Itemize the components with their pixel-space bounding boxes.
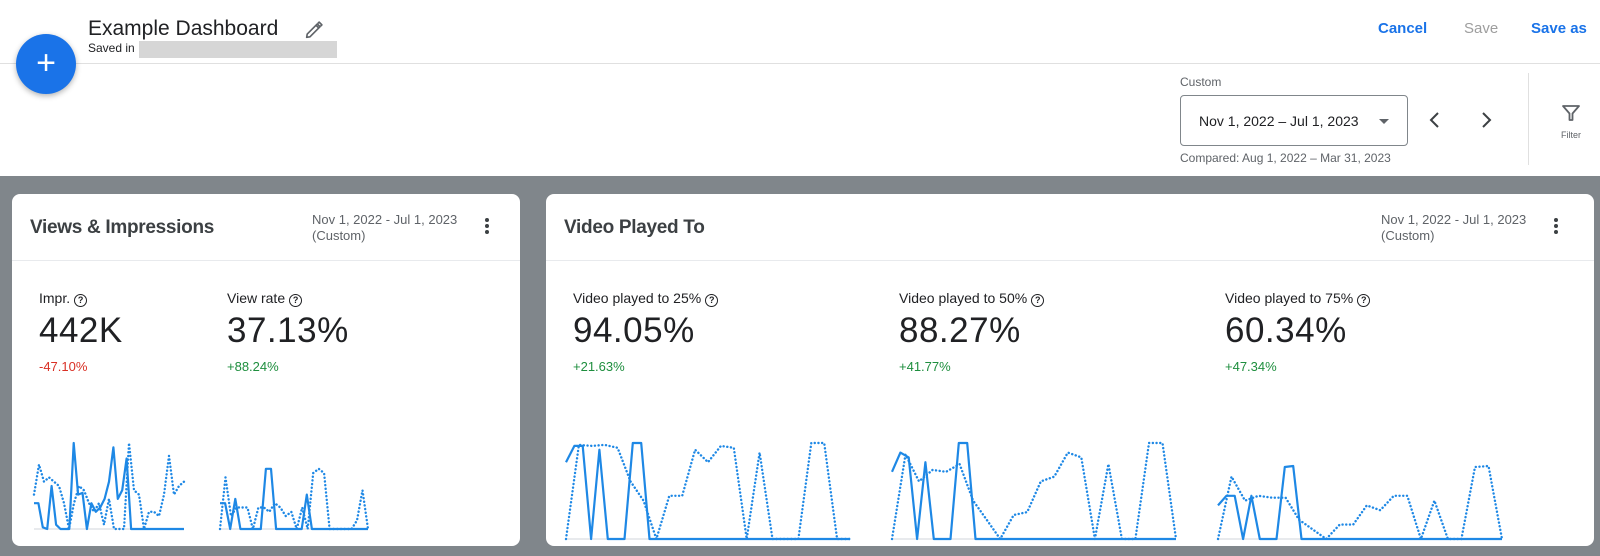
cancel-button[interactable]: Cancel xyxy=(1378,20,1427,37)
metric-impressions: Impr.? 442K -47.10% xyxy=(39,290,123,374)
next-period-button[interactable] xyxy=(1471,105,1501,135)
metric-label: Video played to 50% xyxy=(899,290,1028,306)
sparkline-current-series xyxy=(1217,464,1502,541)
metric-played-50: Video played to 50%? 88.27% +41.77% xyxy=(899,290,1045,374)
metric-delta: +21.63% xyxy=(573,359,625,374)
saved-in-label: Saved in xyxy=(88,41,135,55)
metric-delta: +88.24% xyxy=(227,359,279,374)
card-date-line: Nov 1, 2022 - Jul 1, 2023 xyxy=(1381,212,1527,227)
card-header: Video Played To Nov 1, 2022 - Jul 1, 202… xyxy=(546,194,1594,261)
sparkline-svg xyxy=(890,441,1178,541)
caret-down-icon xyxy=(1379,119,1389,124)
saved-location-redacted xyxy=(139,41,337,58)
sparkline-comparison-series xyxy=(218,467,370,531)
card-title: Views & Impressions xyxy=(30,217,215,238)
metric-value: 94.05% xyxy=(573,311,695,350)
metric-value: 88.27% xyxy=(899,311,1021,350)
dashboard-title: Example Dashboard xyxy=(88,17,279,40)
help-icon[interactable]: ? xyxy=(705,294,719,307)
card-date-range: Nov 1, 2022 - Jul 1, 2023 (Custom) xyxy=(1381,212,1526,244)
sparkline-played-25 xyxy=(564,439,852,541)
date-range-value: Nov 1, 2022 – Jul 1, 2023 xyxy=(1199,113,1359,129)
date-range-select[interactable]: Nov 1, 2022 – Jul 1, 2023 xyxy=(1180,95,1408,146)
plus-icon: + xyxy=(36,44,56,82)
help-icon[interactable]: ? xyxy=(74,294,88,307)
divider xyxy=(1528,73,1529,165)
sparkline-svg xyxy=(218,467,370,531)
sparkline-current-series xyxy=(565,441,850,541)
help-icon[interactable]: ? xyxy=(289,294,303,307)
metric-played-25: Video played to 25%? 94.05% +21.63% xyxy=(573,290,719,374)
sparkline-played-75 xyxy=(1216,439,1504,541)
metric-view-rate: View rate? 37.13% +88.24% xyxy=(227,290,349,374)
sparkline-svg xyxy=(32,441,186,531)
sparkline-impressions xyxy=(32,439,186,531)
save-as-button[interactable]: Save as xyxy=(1531,20,1587,37)
save-button[interactable]: Save xyxy=(1464,20,1498,37)
card-date-line: Nov 1, 2022 - Jul 1, 2023 xyxy=(312,212,458,227)
card-header: Views & Impressions Nov 1, 2022 - Jul 1,… xyxy=(12,194,520,261)
chevron-left-icon xyxy=(1429,112,1439,128)
help-icon[interactable]: ? xyxy=(1031,294,1045,307)
metric-played-75: Video played to 75%? 60.34% +47.34% xyxy=(1225,290,1371,374)
compared-range: Compared: Aug 1, 2022 – Mar 31, 2023 xyxy=(1180,151,1391,165)
metric-delta: -47.10% xyxy=(39,359,88,374)
previous-period-button[interactable] xyxy=(1420,105,1450,135)
pencil-icon xyxy=(305,21,323,39)
card-menu-button[interactable] xyxy=(481,216,493,238)
chevron-right-icon xyxy=(1482,112,1492,128)
help-icon[interactable]: ? xyxy=(1357,294,1371,307)
sparkline-svg xyxy=(1216,464,1504,541)
date-range-label: Custom xyxy=(1180,75,1222,89)
metric-delta: +41.77% xyxy=(899,359,951,374)
add-widget-button[interactable]: + xyxy=(16,34,76,94)
filter-label: Filter xyxy=(1561,130,1581,140)
sparkline-svg xyxy=(564,441,852,541)
card-date-type: (Custom) xyxy=(1381,228,1435,243)
sparkline-comparison-series xyxy=(890,441,1178,541)
dashboard-canvas: Views & Impressions Nov 1, 2022 - Jul 1,… xyxy=(0,176,1600,556)
date-controls: Custom Nov 1, 2022 – Jul 1, 2023 Compare… xyxy=(0,65,1600,176)
edit-title-button[interactable] xyxy=(303,19,325,41)
metric-delta: +47.34% xyxy=(1225,359,1277,374)
card-title: Video Played To xyxy=(564,217,705,238)
metric-label: Video played to 25% xyxy=(573,290,702,306)
card-menu-button[interactable] xyxy=(1550,216,1562,238)
sparkline-current-series xyxy=(890,441,1176,541)
filter-icon xyxy=(1562,105,1580,121)
card-date-range: Nov 1, 2022 - Jul 1, 2023 (Custom) xyxy=(312,212,457,244)
sparkline-view-rate xyxy=(218,439,370,531)
video-played-card: Video Played To Nov 1, 2022 - Jul 1, 202… xyxy=(546,194,1594,546)
views-impressions-card: Views & Impressions Nov 1, 2022 - Jul 1,… xyxy=(12,194,520,546)
top-bar: Example Dashboard Saved in Cancel Save S… xyxy=(0,0,1600,64)
sparkline-played-50 xyxy=(890,439,1178,541)
metric-label: Video played to 75% xyxy=(1225,290,1354,306)
metric-value: 37.13% xyxy=(227,311,349,350)
sparkline-current-series xyxy=(34,441,184,531)
sparkline-comparison-series xyxy=(564,441,852,541)
metric-value: 60.34% xyxy=(1225,311,1347,350)
metric-label: Impr. xyxy=(39,290,71,306)
filter-button[interactable]: Filter xyxy=(1553,103,1589,143)
metric-label: View rate xyxy=(227,290,286,306)
sparkline-comparison-series xyxy=(1216,464,1504,541)
card-date-type: (Custom) xyxy=(312,228,366,243)
metric-value: 442K xyxy=(39,311,123,350)
